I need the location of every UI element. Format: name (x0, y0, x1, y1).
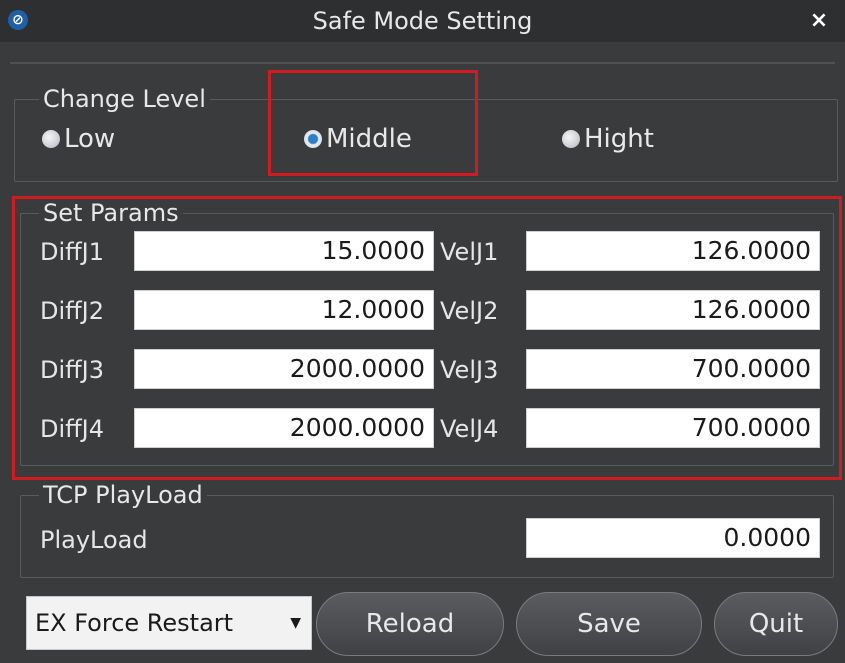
app-logo-icon: ⊘ (8, 10, 28, 30)
mode-select[interactable]: EX Force Restart ▼ (26, 596, 312, 650)
diffj2-label: DiffJ2 (40, 297, 105, 325)
divider (10, 62, 835, 64)
change-level-group: Change Level (14, 86, 838, 182)
set-params-legend: Set Params (43, 199, 179, 227)
payload-field[interactable]: 0.0000 (526, 518, 820, 558)
radio-middle-label: Middle (326, 124, 412, 154)
radio-hight-label: Hight (584, 124, 654, 154)
radio-middle[interactable]: Middle (304, 124, 412, 154)
diffj2-field[interactable]: 12.0000 (134, 290, 434, 330)
velj3-label: VelJ3 (440, 356, 499, 384)
radio-low-label: Low (64, 124, 116, 154)
diffj1-label: DiffJ1 (40, 238, 105, 266)
velj2-label: VelJ2 (440, 297, 499, 325)
window-title: Safe Mode Setting (312, 7, 533, 35)
mode-select-value: EX Force Restart (35, 609, 234, 637)
velj1-field[interactable]: 126.0000 (526, 231, 820, 271)
radio-low-indicator (42, 130, 60, 148)
velj4-label: VelJ4 (440, 415, 499, 443)
tcp-payload-legend: TCP PlayLoad (43, 481, 203, 509)
quit-button[interactable]: Quit (714, 592, 838, 656)
diffj4-field[interactable]: 2000.0000 (134, 408, 434, 448)
payload-label: PlayLoad (40, 526, 148, 554)
radio-middle-indicator (304, 130, 322, 148)
diffj4-label: DiffJ4 (40, 415, 105, 443)
reload-button[interactable]: Reload (316, 592, 504, 656)
diffj1-field[interactable]: 15.0000 (134, 231, 434, 271)
radio-low[interactable]: Low (42, 124, 115, 154)
close-icon[interactable]: × (807, 6, 831, 34)
change-level-legend: Change Level (43, 85, 206, 113)
velj1-label: VelJ1 (440, 238, 499, 266)
velj3-field[interactable]: 700.0000 (526, 349, 820, 389)
velj2-field[interactable]: 126.0000 (526, 290, 820, 330)
title-bar: ⊘ Safe Mode Setting × (0, 0, 845, 42)
diffj3-field[interactable]: 2000.0000 (134, 349, 434, 389)
diffj3-label: DiffJ3 (40, 356, 105, 384)
velj4-field[interactable]: 700.0000 (526, 408, 820, 448)
chevron-down-icon: ▼ (290, 615, 301, 631)
save-button[interactable]: Save (516, 592, 702, 656)
radio-hight[interactable]: Hight (562, 124, 654, 154)
radio-hight-indicator (562, 130, 580, 148)
